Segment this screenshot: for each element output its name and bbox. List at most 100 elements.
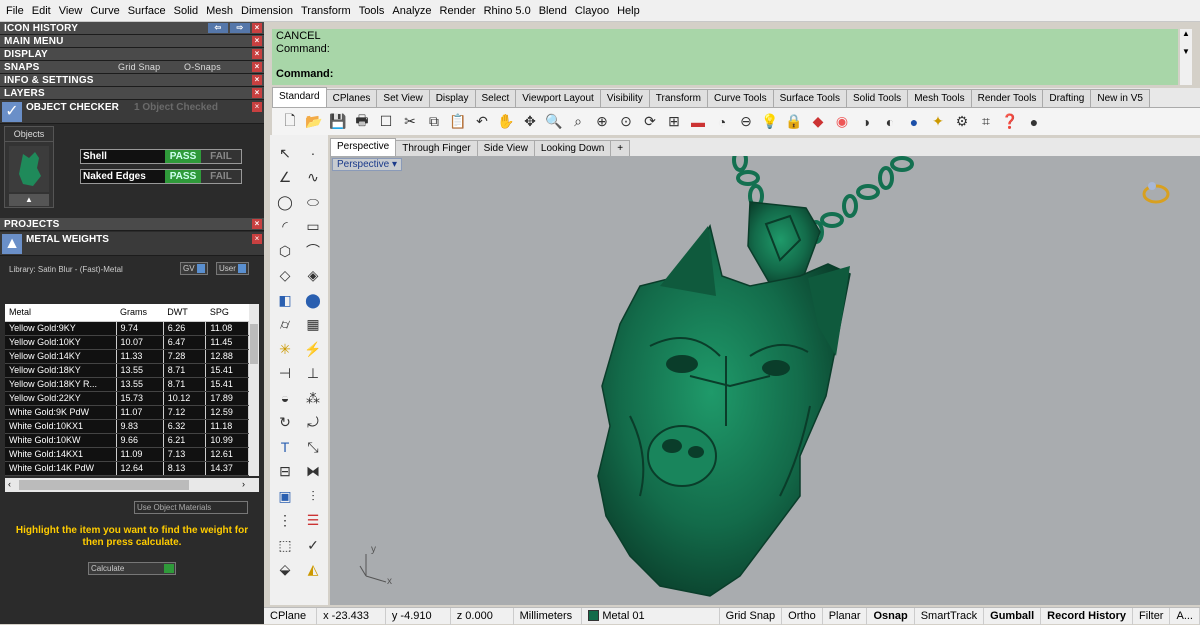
toolbar-tab[interactable]: Solid Tools bbox=[846, 89, 909, 107]
paste-icon[interactable]: 📋 bbox=[446, 111, 470, 133]
zoom-extents-icon[interactable]: ⊕ bbox=[590, 111, 614, 133]
planar-toggle[interactable]: Planar bbox=[823, 607, 868, 625]
table-row[interactable]: Yellow Gold:14KY 11.33 7.28 12.88 bbox=[5, 349, 249, 364]
options-icon[interactable]: ✦ bbox=[926, 111, 950, 133]
toolbar-tab[interactable]: Mesh Tools bbox=[907, 89, 972, 107]
toolbar-tab[interactable]: Select bbox=[474, 89, 517, 107]
toolbar-tab[interactable]: Render Tools bbox=[970, 89, 1044, 107]
up-arrow-icon[interactable]: ▲ bbox=[9, 194, 49, 206]
color-wheel-icon[interactable]: ◉ bbox=[830, 111, 854, 133]
toolbar-tab[interactable]: Viewport Layout bbox=[515, 89, 601, 107]
menu-mesh[interactable]: Mesh bbox=[202, 0, 237, 22]
gv-toggle[interactable]: GV bbox=[180, 262, 208, 275]
help-icon[interactable]: ❓ bbox=[998, 111, 1022, 133]
scale-icon[interactable]: ⤡ bbox=[300, 435, 326, 459]
command-scrollbar[interactable]: ▲ ▼ bbox=[1180, 29, 1192, 85]
arc-icon[interactable]: ◜ bbox=[272, 215, 298, 239]
zoom-window-icon[interactable]: ⌕ bbox=[566, 111, 590, 133]
menu-analyze[interactable]: Analyze bbox=[388, 0, 435, 22]
mirror-icon[interactable]: ⧓ bbox=[300, 460, 326, 484]
point-icon[interactable]: · bbox=[300, 141, 326, 165]
menu-transform[interactable]: Transform bbox=[297, 0, 355, 22]
polygon-icon[interactable]: ⬡ bbox=[272, 239, 298, 263]
table-row[interactable]: Yellow Gold:22KY 15.73 10.12 17.89 bbox=[5, 391, 249, 406]
toolbar-tab[interactable]: Display bbox=[428, 89, 476, 107]
user-toggle[interactable]: User bbox=[216, 262, 249, 275]
car-icon[interactable]: ▬ bbox=[686, 111, 710, 133]
dimension-icon[interactable]: ⫶ bbox=[300, 484, 326, 508]
panel-info-settings[interactable]: INFO & SETTINGS × bbox=[0, 74, 264, 87]
shade-icon[interactable]: ◭ bbox=[300, 558, 326, 582]
panel-main-menu[interactable]: MAIN MENU × bbox=[0, 35, 264, 48]
circle-icon[interactable]: ◯ bbox=[272, 190, 298, 214]
command-prompt[interactable]: Command: bbox=[276, 68, 1178, 81]
menu-clayoo[interactable]: Clayoo bbox=[571, 0, 613, 22]
chamfer-icon[interactable]: ⁂ bbox=[300, 386, 326, 410]
light-bulb-icon[interactable]: 💡 bbox=[758, 111, 782, 133]
grid-snap-toggle[interactable]: Grid Snap bbox=[118, 61, 160, 74]
menu-solid[interactable]: Solid bbox=[170, 0, 202, 22]
units-label[interactable]: Millimeters bbox=[514, 607, 583, 625]
open-folder-icon[interactable]: 📂 bbox=[302, 111, 326, 133]
menu-dimension[interactable]: Dimension bbox=[237, 0, 297, 22]
table-row[interactable]: White Gold:9K PdW 11.07 7.12 12.59 bbox=[5, 405, 249, 420]
object-thumbnail[interactable] bbox=[9, 146, 49, 192]
panel-icon-history[interactable]: ICON HISTORY ⇦ ⇨ × bbox=[0, 22, 264, 35]
surface-icon[interactable]: ◇ bbox=[272, 264, 298, 288]
undo-icon[interactable]: ↶ bbox=[470, 111, 494, 133]
use-object-materials-toggle[interactable]: Use Object Materials bbox=[134, 501, 248, 514]
material-icon[interactable]: ◆ bbox=[806, 111, 830, 133]
table-row[interactable]: White Gold:10KX1 9.83 6.32 11.18 bbox=[5, 419, 249, 434]
table-row[interactable]: Yellow Gold:18KY 13.55 8.71 15.41 bbox=[5, 363, 249, 378]
close-icon[interactable]: × bbox=[252, 102, 262, 112]
command-area[interactable]: CANCEL Command: Command: bbox=[272, 29, 1178, 85]
close-icon[interactable]: × bbox=[252, 23, 262, 33]
smarttrack-toggle[interactable]: SmartTrack bbox=[915, 607, 985, 625]
filter-toggle[interactable]: Filter bbox=[1133, 607, 1171, 625]
render-icon[interactable]: ● bbox=[902, 111, 926, 133]
rendered-sphere-icon[interactable]: ◐ bbox=[878, 111, 902, 133]
analyze-icon[interactable]: ⬚ bbox=[272, 533, 298, 557]
menu-help[interactable]: Help bbox=[613, 0, 644, 22]
record-history-toggle[interactable]: Record History bbox=[1041, 607, 1134, 625]
horizontal-scrollbar[interactable]: ‹ › bbox=[5, 478, 259, 492]
cplane-label[interactable]: CPlane bbox=[264, 607, 318, 625]
wolf-pendant-model[interactable]: y x bbox=[330, 156, 1200, 605]
column-header[interactable]: Grams bbox=[116, 304, 164, 322]
shaded-sphere-icon[interactable]: ◑ bbox=[854, 111, 878, 133]
new-file-icon[interactable]: 🗋 bbox=[278, 111, 302, 133]
toolbar-tab[interactable]: Set View bbox=[376, 89, 430, 107]
select-arrow-icon[interactable]: ↖ bbox=[272, 141, 298, 165]
toolbar-tab[interactable]: Visibility bbox=[599, 89, 650, 107]
table-row[interactable]: Yellow Gold:10KY 10.07 6.47 11.45 bbox=[5, 335, 249, 350]
properties-icon[interactable]: ☐ bbox=[374, 111, 398, 133]
viewport-tab[interactable]: Perspective bbox=[330, 138, 397, 156]
menu-view[interactable]: View bbox=[55, 0, 87, 22]
viewport-layout-icon[interactable]: ⊞ bbox=[662, 111, 686, 133]
close-icon[interactable]: × bbox=[252, 36, 262, 46]
rotate-icon[interactable]: ↻ bbox=[272, 411, 298, 435]
render-mesh-icon[interactable]: ⬙ bbox=[272, 558, 298, 582]
move-icon[interactable]: ✥ bbox=[518, 111, 542, 133]
add-viewport-icon[interactable]: + bbox=[610, 140, 631, 156]
fillet-icon[interactable]: ◒ bbox=[272, 386, 298, 410]
toolbar-tab[interactable]: Surface Tools bbox=[772, 89, 847, 107]
menu-rhino5[interactable]: Rhino 5.0 bbox=[480, 0, 535, 22]
close-icon[interactable]: × bbox=[252, 234, 262, 244]
rectangle-icon[interactable]: ▭ bbox=[300, 215, 326, 239]
table-row[interactable]: White Gold:14K PdW 12.64 8.13 14.37 bbox=[5, 461, 249, 476]
zoom-selected-icon[interactable]: ⊙ bbox=[614, 111, 638, 133]
group-icon[interactable]: ⊟ bbox=[272, 460, 298, 484]
menu-blend[interactable]: Blend bbox=[535, 0, 571, 22]
panel-layers[interactable]: LAYERS × bbox=[0, 87, 264, 100]
copy-icon[interactable]: ⧉ bbox=[422, 111, 446, 133]
toolbar-tab[interactable]: Standard bbox=[272, 87, 327, 107]
column-header[interactable]: Metal bbox=[5, 304, 116, 322]
column-header[interactable]: DWT bbox=[163, 304, 206, 322]
table-row[interactable]: White Gold:14KX1 11.09 7.13 12.61 bbox=[5, 447, 249, 462]
box-icon[interactable]: ◧ bbox=[272, 288, 298, 312]
trim-icon[interactable]: ⊣ bbox=[272, 362, 298, 386]
close-icon[interactable]: × bbox=[252, 219, 262, 229]
vertical-scrollbar[interactable] bbox=[249, 304, 259, 476]
grid-options-icon[interactable]: ⌗ bbox=[974, 111, 998, 133]
